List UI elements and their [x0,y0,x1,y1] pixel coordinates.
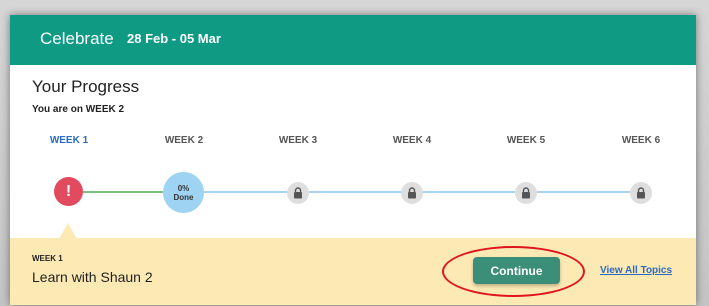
selected-week-label: WEEK 1 [32,254,63,263]
week-1-alert-node[interactable]: ! [54,177,83,206]
progress-title: Your Progress [32,77,140,96]
week-label-4: WEEK 4 [392,135,432,146]
lock-icon [408,187,416,199]
card-header: Celebrate 28 Feb - 05 Mar [10,15,696,65]
view-all-topics-link[interactable]: View All Topics [600,265,672,276]
lock-icon [294,187,302,199]
header-title: Celebrate [40,29,114,48]
lock-icon [637,187,645,199]
progress-line-completed [83,191,163,193]
topic-title: Learn with Shaun 2 [32,269,153,285]
exclamation-icon: ! [65,182,72,200]
week-label-5: WEEK 5 [506,135,546,146]
week-2-progress-node[interactable]: 0% Done [163,172,204,213]
lock-icon [522,187,530,199]
week-label-2[interactable]: WEEK 2 [149,135,219,146]
week-label-6: WEEK 6 [621,135,661,146]
week-label-3: WEEK 3 [278,135,318,146]
week-3-locked-node [287,182,309,204]
progress-card: Celebrate 28 Feb - 05 Mar Your Progress … [10,15,696,305]
progress-subtitle: You are on WEEK 2 [32,104,125,115]
continue-button[interactable]: Continue [473,257,560,284]
week-4-locked-node [401,182,423,204]
week-2-status: Done [173,192,194,202]
selected-week-pointer [59,223,77,239]
week-2-percent: 0% [177,183,190,193]
week-label-1[interactable]: WEEK 1 [34,135,104,146]
week-6-locked-node [630,182,652,204]
week-5-locked-node [515,182,537,204]
selected-week-panel: WEEK 1 Learn with Shaun 2 Continue View … [10,238,696,305]
header-dates: 28 Feb - 05 Mar [127,31,221,46]
